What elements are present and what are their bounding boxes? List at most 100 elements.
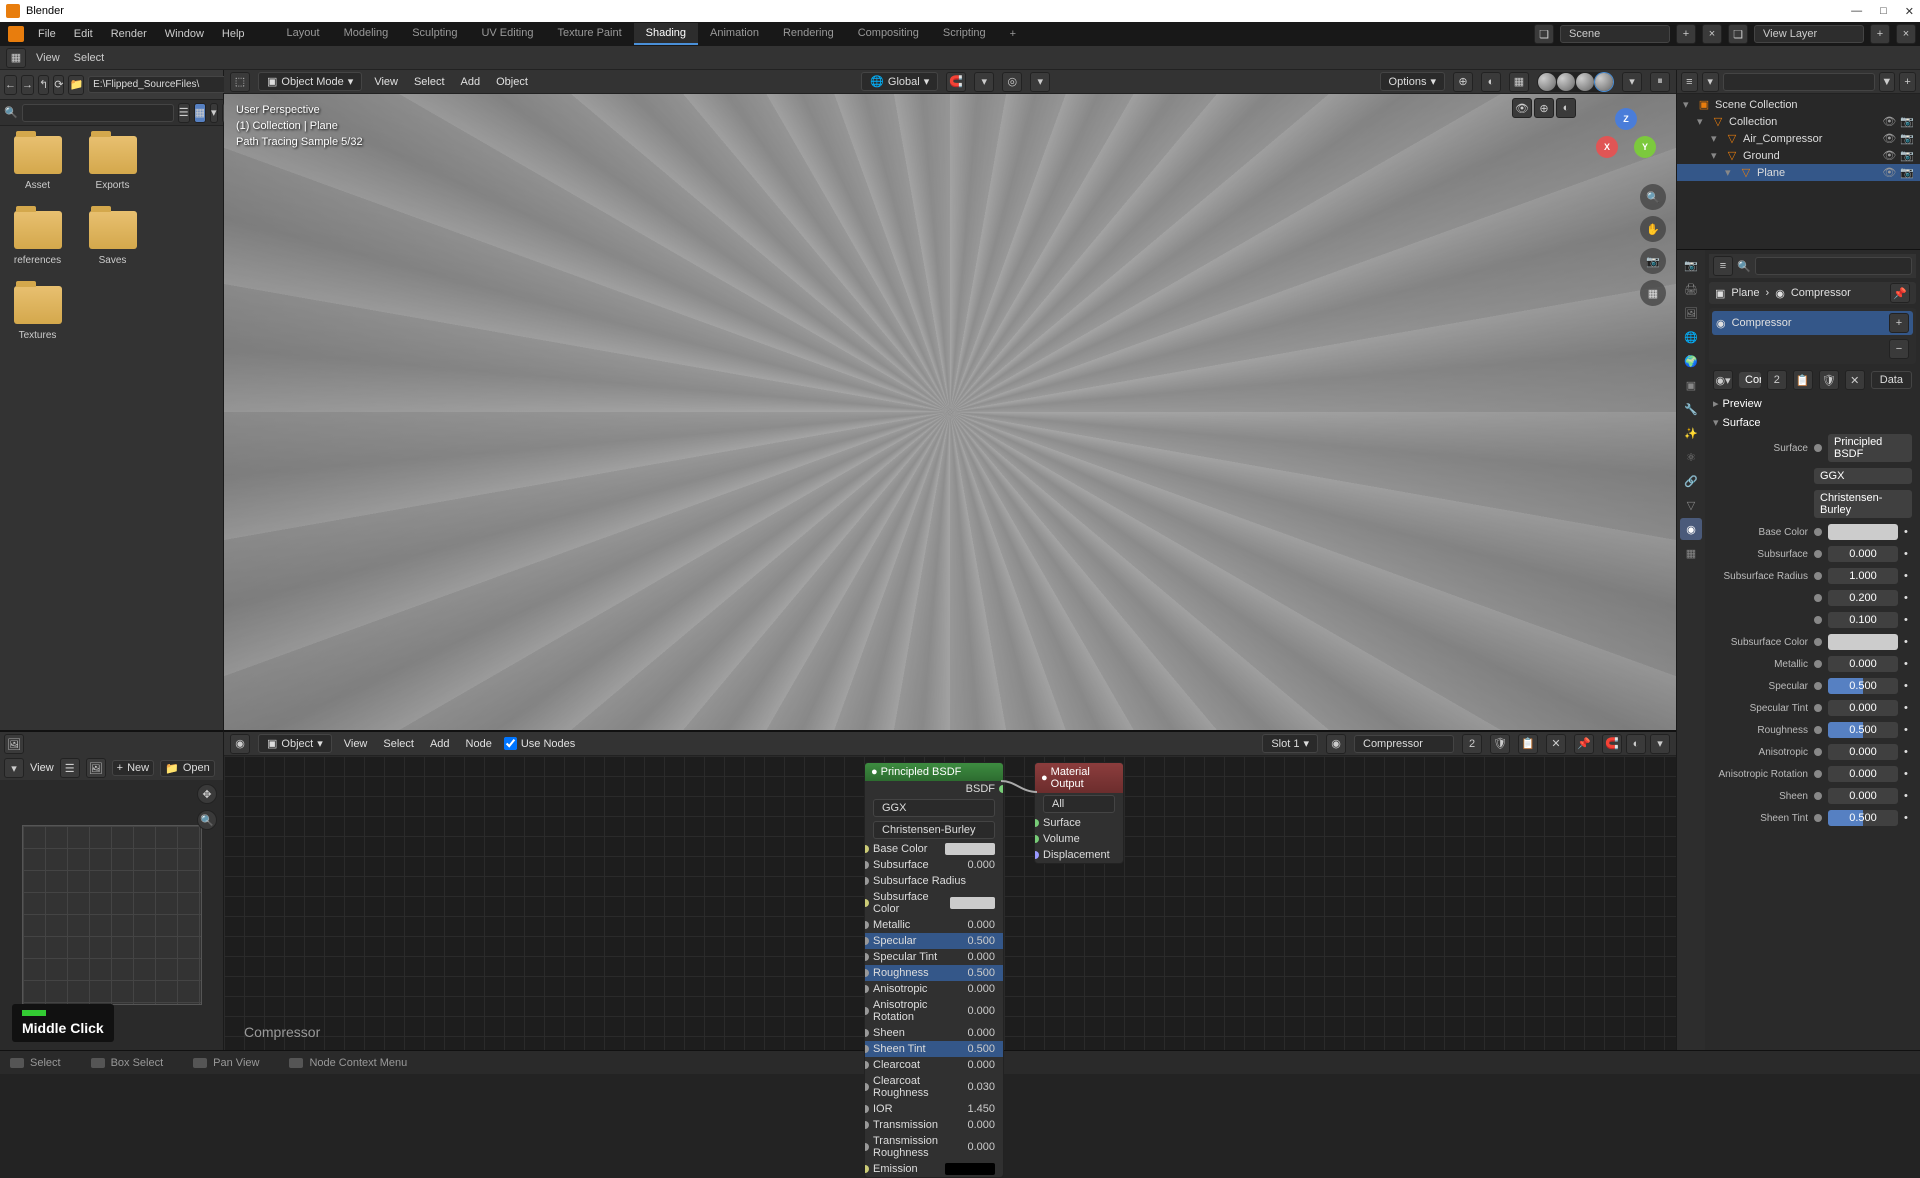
node-editor-canvas[interactable]: Compressor ● Principled BSDF BSDF GGX Ch… [224,756,1676,1050]
xray-icon[interactable]: ▦ [1509,72,1529,92]
bsdf-row-roughness[interactable]: Roughness0.500 [865,965,1003,981]
menu-help[interactable]: Help [214,26,253,42]
material-fakeuser-icon[interactable]: 🛡 [1819,370,1839,390]
zoom-icon[interactable]: 🔍 [197,810,217,830]
node-settings-icon[interactable]: ▾ [1650,734,1670,754]
render-icon[interactable]: 📷 [1900,115,1914,128]
wireframe-shading-icon[interactable] [1538,73,1556,91]
orientation-dropdown[interactable]: 🌐 Global ▾ [861,72,938,91]
material-name-input[interactable]: Compressor [1354,735,1454,753]
material-pin-icon[interactable]: 📌 [1574,734,1594,754]
render-icon[interactable]: 📷 [1900,132,1914,145]
outliner-search-input[interactable] [1723,73,1875,91]
sss-method-field[interactable]: Christensen-Burley [1814,490,1912,518]
proportional-type-icon[interactable]: ▾ [1030,72,1050,92]
material-new-icon[interactable]: 📋 [1518,734,1538,754]
section-surface[interactable]: ▾Surface [1709,413,1916,432]
material-name-field[interactable]: Compres... [1739,372,1761,388]
viewlayer-new-icon[interactable]: + [1870,24,1890,44]
value-field[interactable]: 0.500 [1828,810,1898,826]
visibility-icon[interactable]: 👁 [1882,132,1896,145]
surface-type-field[interactable]: Principled BSDF [1828,434,1912,462]
value-field[interactable]: 0.500 [1828,678,1898,694]
workspace-tab-scripting[interactable]: Scripting [931,23,998,45]
bsdf-row-sheen-tint[interactable]: Sheen Tint0.500 [865,1041,1003,1057]
back-icon[interactable]: ← [4,75,17,95]
bsdf-row-base-color[interactable]: Base Color [865,841,1003,857]
tab-render-icon[interactable]: 📷 [1680,254,1702,276]
workspace-add-button[interactable]: + [1000,24,1026,44]
image-open-button[interactable]: 📁 Open [160,760,215,777]
outliner-item-ground[interactable]: ▾▽Ground👁📷 [1677,147,1920,164]
tab-object-icon[interactable]: ▣ [1680,374,1702,396]
material-newcopy-icon[interactable]: 📋 [1793,370,1813,390]
snap-type-icon[interactable]: ▾ [974,72,994,92]
value-field[interactable]: 1.000 [1828,568,1898,584]
properties-body[interactable]: ≡ 🔍 ▣ Plane › ◉ Compressor 📌 ◉ Compresso… [1705,250,1920,1050]
material-output-node[interactable]: ● Material Output All Surface Volume Dis… [1034,762,1124,864]
selectability-icon[interactable]: 👁 [1512,98,1532,118]
node-node-menu[interactable]: Node [462,738,496,750]
section-preview[interactable]: ▸Preview [1709,394,1916,413]
bsdf-row-subsurface[interactable]: Subsurface0.000 [865,857,1003,873]
viewport-view-menu[interactable]: View [370,76,402,88]
color-field[interactable] [1828,524,1898,540]
viewport-editor-type-icon[interactable]: ⬚ [230,72,250,92]
workspace-tab-rendering[interactable]: Rendering [771,23,846,45]
bsdf-sss-method[interactable]: Christensen-Burley [865,819,1003,841]
folder-exports[interactable]: Exports [85,136,140,191]
tab-modifiers-icon[interactable]: 🔧 [1680,398,1702,420]
workspace-tab-compositing[interactable]: Compositing [846,23,931,45]
value-field[interactable]: 0.500 [1828,722,1898,738]
viewlayer-delete-icon[interactable]: × [1896,24,1916,44]
proportional-icon[interactable]: ◎ [1002,72,1022,92]
material-browse-prop-icon[interactable]: ◉▾ [1713,370,1733,390]
tab-output-icon[interactable]: 🖨 [1680,278,1702,300]
material-unlink-prop-icon[interactable]: ✕ [1845,370,1865,390]
properties-search-input[interactable] [1755,257,1912,275]
prop-editor-type-icon[interactable]: ≡ [1713,256,1733,276]
node-title-output[interactable]: ● Material Output [1035,763,1123,793]
workspace-tab-modeling[interactable]: Modeling [332,23,401,45]
viewlayer-name-input[interactable]: View Layer [1754,25,1864,43]
perspective-icon[interactable]: ▦ [1640,280,1666,306]
value-field[interactable]: 0.000 [1828,788,1898,804]
gizmo-display-icon[interactable]: ⊕ [1534,98,1554,118]
tab-world-icon[interactable]: 🌍 [1680,350,1702,372]
node-select-menu[interactable]: Select [379,738,418,750]
shading-mode-selector[interactable] [1537,72,1614,92]
image-mode-icon[interactable]: ▾ [4,758,24,778]
material-unlink-icon[interactable]: ✕ [1546,734,1566,754]
workspace-tab-shading[interactable]: Shading [634,23,698,45]
bsdf-row-sheen[interactable]: Sheen0.000 [865,1025,1003,1041]
matprev-shading-icon[interactable] [1576,73,1594,91]
node-title-bsdf[interactable]: ● Principled BSDF [865,763,1003,781]
overlays-icon[interactable]: ◐ [1481,72,1501,92]
viewport-add-menu[interactable]: Add [457,76,485,88]
render-icon[interactable]: 📷 [1900,166,1914,179]
overlay-node-icon[interactable]: ◐ [1626,734,1646,754]
pan-viewport-icon[interactable]: ✋ [1640,216,1666,242]
tab-texture-icon[interactable]: ▦ [1680,542,1702,564]
camera-view-icon[interactable]: 📷 [1640,248,1666,274]
material-slot-row[interactable]: ◉ Compressor + [1712,311,1913,335]
view-menu[interactable]: View [32,52,64,64]
tab-data-icon[interactable]: ▽ [1680,494,1702,516]
options-dropdown[interactable]: Options ▾ [1380,72,1445,91]
image-new-button[interactable]: + New [112,760,154,776]
mode-dropdown[interactable]: ▣ Object Mode ▾ [258,72,362,91]
node-editor-type-icon[interactable]: ◉ [230,734,250,754]
gizmo-x-axis[interactable]: X [1596,136,1618,158]
menu-window[interactable]: Window [157,26,212,42]
bsdf-row-specular-tint[interactable]: Specular Tint0.000 [865,949,1003,965]
overlay-display-icon[interactable]: ◐ [1556,98,1576,118]
solid-shading-icon[interactable] [1557,73,1575,91]
tab-scene-icon[interactable]: 🌐 [1680,326,1702,348]
gizmo-z-axis[interactable]: Z [1615,108,1637,130]
value-field[interactable]: 0.000 [1828,700,1898,716]
display-settings-icon[interactable]: ▾ [210,103,218,123]
bsdf-row-subsurface-radius[interactable]: Subsurface Radius [865,873,1003,889]
bsdf-row-transmission[interactable]: Transmission0.000 [865,1117,1003,1133]
workspace-tab-uv-editing[interactable]: UV Editing [469,23,545,45]
visibility-icon[interactable]: 👁 [1882,166,1896,179]
